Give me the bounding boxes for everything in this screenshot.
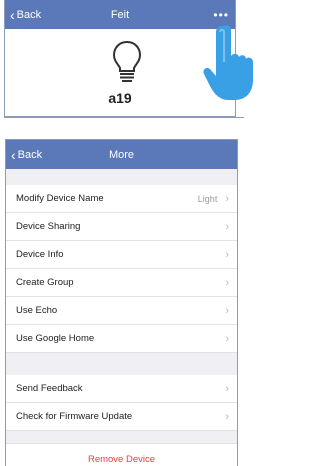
list-item-create-group[interactable]: Create Group ›	[6, 269, 237, 297]
section-gap	[6, 353, 237, 375]
chevron-right-icon: ›	[225, 276, 229, 289]
chevron-right-icon: ›	[225, 220, 229, 233]
remove-device-button[interactable]: Remove Device	[6, 443, 237, 466]
chevron-right-icon: ›	[225, 248, 229, 261]
list-item-use-echo[interactable]: Use Echo ›	[6, 297, 237, 325]
chevron-right-icon: ›	[225, 192, 229, 205]
list-item-label: Use Echo	[16, 305, 58, 316]
lightbulb-icon	[112, 40, 142, 82]
list-item-device-info[interactable]: Device Info ›	[6, 241, 237, 269]
chevron-right-icon: ›	[225, 332, 229, 345]
chevron-right-icon: ›	[225, 382, 229, 395]
device-navbar: ‹ Back Feit •••	[5, 0, 235, 29]
list-item-use-google-home[interactable]: Use Google Home ›	[6, 325, 237, 353]
device-name: a19	[108, 90, 132, 106]
list-item-value: Light	[197, 193, 218, 204]
list-item-label: Modify Device Name	[16, 193, 104, 204]
list-item-label: Device Sharing	[16, 221, 81, 232]
pointing-hand-icon	[203, 25, 253, 100]
list-item-label: Create Group	[16, 277, 74, 288]
list-item-label: Device Info	[16, 249, 64, 260]
page-title: More	[108, 148, 135, 161]
list-item-modify-device-name[interactable]: Modify Device Name Light ›	[6, 185, 237, 213]
section-gap	[6, 431, 237, 443]
list-item-label: Check for Firmware Update	[16, 411, 133, 422]
section-divider	[4, 117, 244, 118]
section-gap	[6, 169, 237, 185]
list-item-label: Send Feedback	[16, 383, 83, 394]
settings-list: Modify Device Name Light › Device Sharin…	[6, 169, 237, 466]
list-item-send-feedback[interactable]: Send Feedback ›	[6, 375, 237, 403]
chevron-right-icon: ›	[225, 304, 229, 317]
list-item-device-sharing[interactable]: Device Sharing ›	[6, 213, 237, 241]
page-title: Feit	[110, 8, 130, 21]
more-screen: ‹ Back More Modify Device Name Light › D…	[5, 139, 238, 466]
list-item-check-firmware-update[interactable]: Check for Firmware Update ›	[6, 403, 237, 431]
list-item-label: Use Google Home	[16, 333, 95, 344]
chevron-right-icon: ›	[225, 410, 229, 423]
more-navbar: ‹ Back More	[6, 140, 237, 169]
